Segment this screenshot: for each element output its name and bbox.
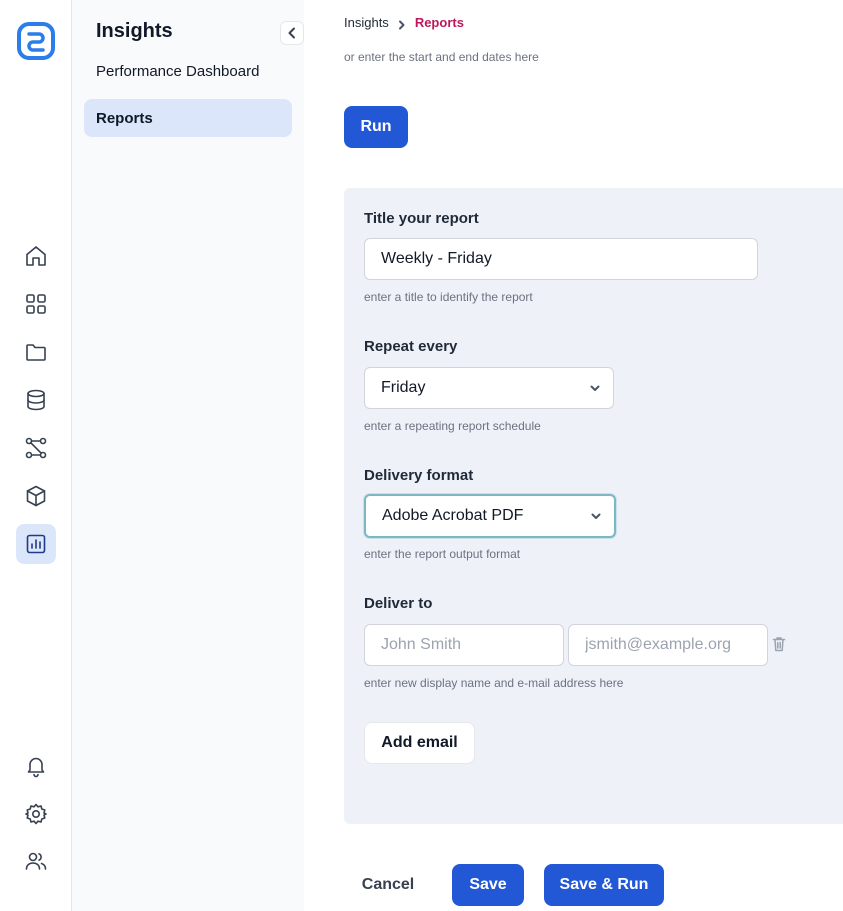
repeat-every-select[interactable]: Friday [364, 367, 614, 409]
breadcrumb-insights[interactable]: Insights [344, 15, 389, 30]
delivery-format-value: Adobe Acrobat PDF [382, 507, 524, 524]
repeat-label: Repeat every [364, 338, 458, 355]
app-logo[interactable] [16, 21, 56, 61]
grid-icon[interactable] [16, 284, 56, 324]
recipient-email-input[interactable] [568, 624, 768, 666]
repeat-every-value: Friday [381, 379, 426, 396]
users-icon[interactable] [16, 841, 56, 881]
report-form-panel: Title your report enter a title to ident… [344, 188, 843, 824]
icon-rail [0, 0, 72, 911]
chevron-down-icon [590, 385, 600, 391]
deliver-help: enter new display name and e-mail addres… [364, 676, 624, 690]
sidebar-title: Insights [96, 20, 173, 42]
sidebar: Insights Performance Dashboard Reports [72, 0, 304, 911]
trash-icon[interactable] [772, 636, 786, 652]
box-icon[interactable] [16, 476, 56, 516]
breadcrumb-reports: Reports [414, 15, 464, 30]
chevron-right-icon [397, 18, 407, 29]
workflow-icon[interactable] [16, 428, 56, 468]
format-help: enter the report output format [364, 547, 521, 561]
collapse-sidebar-button[interactable] [280, 21, 304, 45]
database-icon[interactable] [16, 380, 56, 420]
sidebar-item-performance-dashboard[interactable]: Performance Dashboard [84, 52, 292, 90]
save-button[interactable]: Save [452, 864, 524, 906]
chevron-down-icon [591, 513, 601, 519]
format-label: Delivery format [364, 467, 474, 484]
delivery-format-select[interactable]: Adobe Acrobat PDF [364, 494, 616, 538]
repeat-help: enter a repeating report schedule [364, 419, 541, 433]
home-icon[interactable] [16, 236, 56, 276]
deliver-label: Deliver to [364, 595, 433, 612]
title-label: Title your report [364, 210, 479, 227]
chevron-left-icon [288, 27, 295, 39]
cancel-button[interactable]: Cancel [344, 864, 432, 906]
breadcrumb: Insights Reports [344, 15, 464, 30]
sidebar-item-reports[interactable]: Reports [84, 99, 292, 137]
report-title-input[interactable] [364, 238, 758, 280]
run-button[interactable]: Run [344, 106, 408, 148]
chart-icon[interactable] [16, 524, 56, 564]
folder-icon[interactable] [16, 332, 56, 372]
dates-hint: or enter the start and end dates here [344, 50, 539, 64]
add-email-button[interactable]: Add email [364, 722, 475, 764]
title-help: enter a title to identify the report [364, 290, 533, 304]
recipient-name-input[interactable] [364, 624, 564, 666]
save-and-run-button[interactable]: Save & Run [544, 864, 664, 906]
main-content: Insights Reports or enter the start and … [304, 0, 843, 911]
gear-icon[interactable] [16, 794, 56, 834]
bell-icon[interactable] [16, 746, 56, 786]
